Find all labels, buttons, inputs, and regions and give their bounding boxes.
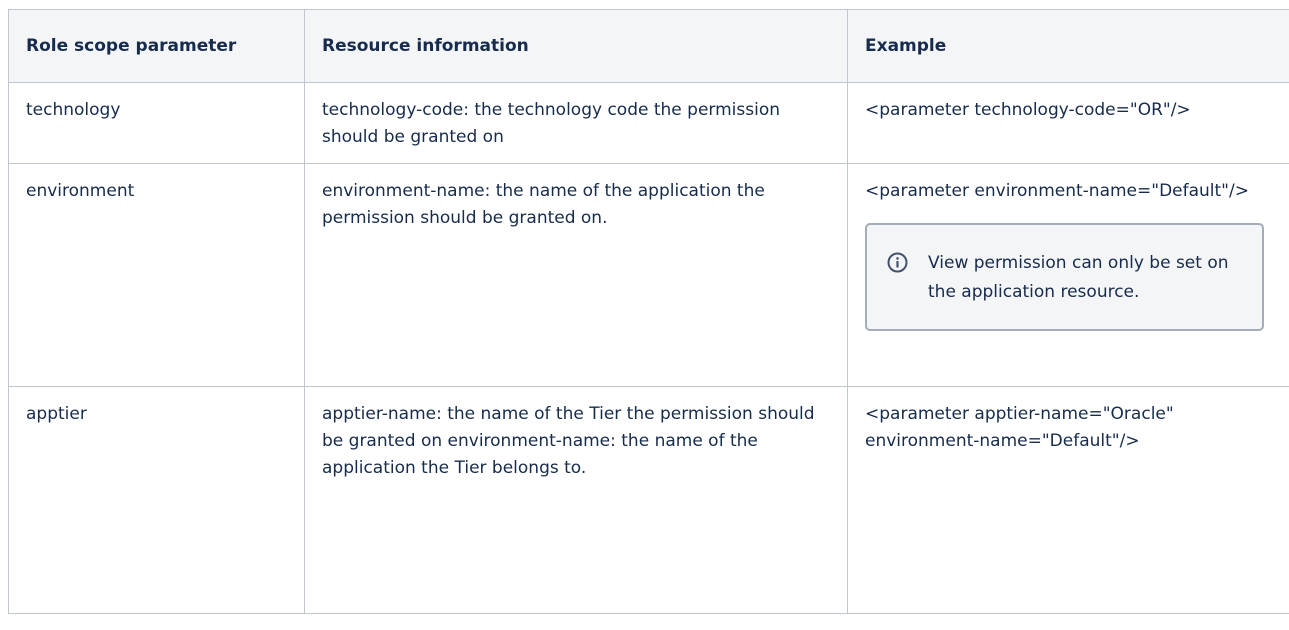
info-cell: apptier-name: the name of the Tier the p…	[304, 386, 848, 614]
info-panel: View permission can only be set on the a…	[865, 223, 1264, 331]
table-row: technology technology-code: the technolo…	[8, 82, 1289, 164]
example-cell: <parameter technology-code="OR"/>	[847, 82, 1289, 164]
table-row: apptier apptier-name: the name of the Ti…	[8, 386, 1289, 614]
info-panel-text: View permission can only be set on the a…	[928, 253, 1229, 302]
parameter-cell: technology	[8, 82, 305, 164]
table-row: environment environment-name: the name o…	[8, 163, 1289, 387]
example-cell: <parameter apptier-name="Oracle" environ…	[847, 386, 1289, 614]
header-role-scope-parameter: Role scope parameter	[8, 9, 305, 83]
role-scope-table: Role scope parameter Resource informatio…	[8, 9, 1289, 614]
info-cell: technology-code: the technology code the…	[304, 82, 848, 164]
info-icon	[887, 252, 908, 273]
example-text: <parameter environment-name="Default"/>	[865, 181, 1249, 201]
header-example: Example	[847, 9, 1289, 83]
parameter-cell: apptier	[8, 386, 305, 614]
info-cell: environment-name: the name of the applic…	[304, 163, 848, 387]
example-cell: <parameter environment-name="Default"/> …	[847, 163, 1289, 387]
parameter-cell: environment	[8, 163, 305, 387]
header-row: Role scope parameter Resource informatio…	[8, 9, 1289, 83]
header-resource-information: Resource information	[304, 9, 848, 83]
page: Role scope parameter Resource informatio…	[0, 0, 1289, 630]
